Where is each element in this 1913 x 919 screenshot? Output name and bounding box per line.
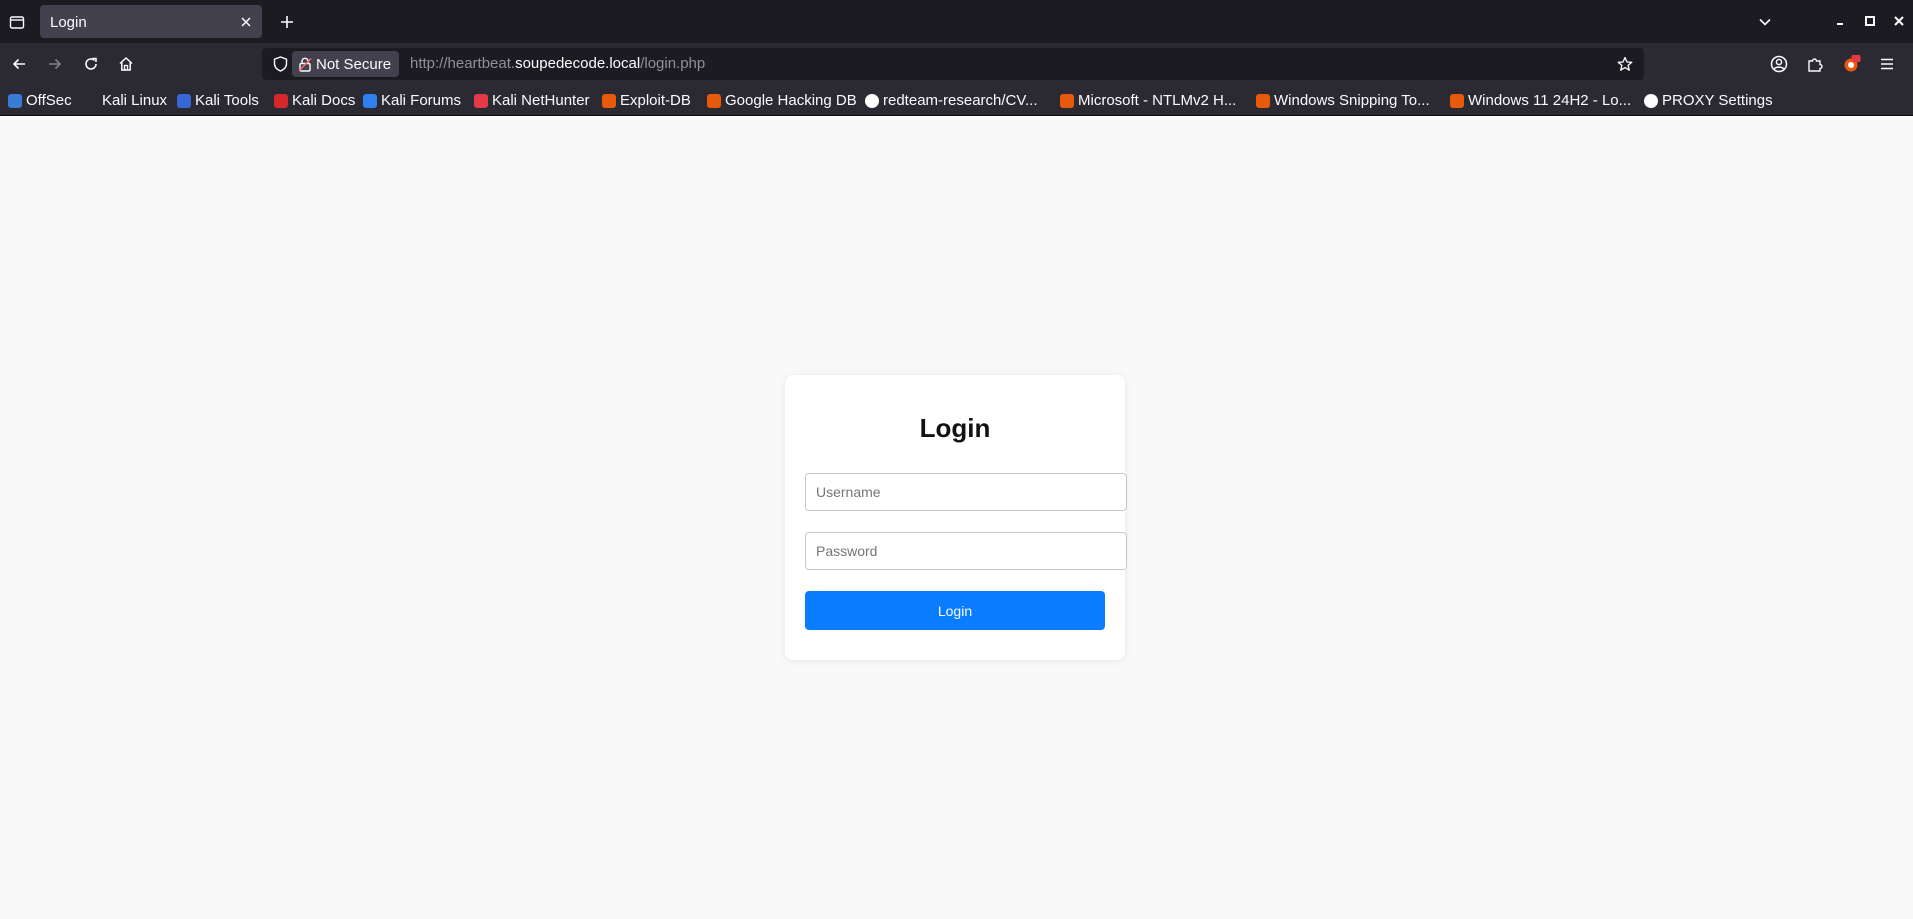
bookmark-kali-forums[interactable]: Kali Forums bbox=[363, 90, 461, 111]
url-bar[interactable]: Not Secure http://heartbeat.soupedecode.… bbox=[262, 48, 1644, 80]
kali-tools-icon bbox=[177, 93, 191, 108]
url-prefix: http://heartbeat. bbox=[410, 55, 516, 72]
extensions-icon[interactable] bbox=[1801, 50, 1829, 78]
back-arrow-icon[interactable] bbox=[5, 50, 33, 78]
bookmark-kali-docs[interactable]: Kali Docs bbox=[274, 90, 355, 111]
bookmark-label: Exploit-DB bbox=[620, 92, 691, 109]
close-window-icon[interactable] bbox=[1888, 10, 1910, 32]
menu-icon[interactable] bbox=[1873, 50, 1901, 78]
bookmark-label: OffSec bbox=[26, 92, 72, 109]
url-text[interactable]: http://heartbeat.soupedecode.local/login… bbox=[410, 55, 705, 72]
bookmark-exploit-db[interactable]: Exploit-DB bbox=[602, 90, 691, 111]
not-secure-badge[interactable]: Not Secure bbox=[292, 51, 400, 77]
bookmark-windows-snipping[interactable]: Windows Snipping To... bbox=[1256, 90, 1430, 111]
close-tab-icon[interactable] bbox=[236, 12, 256, 32]
bookmarks-toolbar: OffSec Kali Linux Kali Tools Kali Docs K… bbox=[0, 85, 1913, 116]
broken-lock-icon bbox=[298, 57, 312, 72]
tab-strip: Login bbox=[0, 0, 1913, 43]
bookmark-redteam-research[interactable]: redteam-research/CV... bbox=[865, 90, 1038, 111]
password-input[interactable] bbox=[805, 532, 1127, 570]
bookmark-label: Kali Docs bbox=[292, 92, 356, 109]
username-input[interactable] bbox=[805, 473, 1127, 511]
bookmark-microsoft-ntlmv2[interactable]: Microsoft - NTLMv2 H... bbox=[1060, 90, 1236, 111]
github-icon bbox=[865, 93, 879, 108]
bookmark-kali-nethunter[interactable]: Kali NetHunter bbox=[474, 90, 590, 111]
reload-icon[interactable] bbox=[77, 50, 105, 78]
shield-icon[interactable] bbox=[270, 54, 290, 74]
navigation-toolbar: Not Secure http://heartbeat.soupedecode.… bbox=[0, 43, 1913, 85]
bookmark-label: Kali Forums bbox=[381, 92, 462, 109]
login-button[interactable]: Login bbox=[805, 591, 1105, 630]
globe-icon bbox=[1644, 93, 1658, 108]
kali-forums-icon bbox=[363, 93, 377, 108]
offsec-icon bbox=[8, 93, 22, 108]
bookmark-proxy-settings[interactable]: PROXY Settings bbox=[1644, 90, 1773, 111]
bookmark-label: Kali NetHunter bbox=[492, 92, 590, 109]
bookmark-offsec[interactable]: OffSec bbox=[8, 90, 72, 111]
bookmark-label: Google Hacking DB bbox=[725, 92, 857, 109]
home-icon[interactable] bbox=[112, 50, 140, 78]
bookmark-site-icon bbox=[1060, 93, 1074, 108]
url-host: soupedecode.local bbox=[515, 55, 641, 72]
kali-dragon-icon bbox=[84, 93, 98, 108]
bookmark-label: PROXY Settings bbox=[1662, 92, 1773, 109]
tab-list-icon[interactable] bbox=[4, 9, 30, 35]
nethunter-icon bbox=[474, 93, 488, 108]
bookmark-label: Windows 11 24H2 - Lo... bbox=[1468, 92, 1632, 109]
security-label: Not Secure bbox=[316, 55, 392, 73]
page-content: Login Login bbox=[0, 116, 1913, 919]
bookmark-windows-11[interactable]: Windows 11 24H2 - Lo... bbox=[1450, 90, 1631, 111]
tab-title: Login bbox=[50, 14, 87, 31]
ghdb-icon bbox=[707, 93, 721, 108]
minimize-icon[interactable] bbox=[1829, 10, 1851, 32]
bookmark-label: redteam-research/CV... bbox=[883, 92, 1038, 109]
bookmark-google-hacking-db[interactable]: Google Hacking DB bbox=[707, 90, 857, 111]
forward-arrow-icon[interactable] bbox=[41, 50, 69, 78]
login-title: Login bbox=[919, 413, 991, 443]
bookmark-site-icon bbox=[1256, 93, 1270, 108]
exploit-db-icon bbox=[602, 93, 616, 108]
account-icon[interactable] bbox=[1765, 50, 1793, 78]
tab-login[interactable]: Login bbox=[40, 5, 262, 38]
bookmark-label: Kali Linux bbox=[102, 92, 168, 109]
bookmark-kali-linux[interactable]: Kali Linux bbox=[84, 90, 167, 111]
bookmark-label: Microsoft - NTLMv2 H... bbox=[1078, 92, 1237, 109]
bookmark-star-icon[interactable] bbox=[1614, 53, 1636, 75]
kali-docs-icon bbox=[274, 93, 288, 108]
bookmark-kali-tools[interactable]: Kali Tools bbox=[177, 90, 259, 111]
chevron-down-icon[interactable] bbox=[1752, 9, 1778, 35]
addon-icon[interactable] bbox=[1838, 50, 1866, 78]
bookmark-site-icon bbox=[1450, 93, 1464, 108]
new-tab-icon[interactable] bbox=[274, 9, 300, 35]
login-card: Login Login bbox=[785, 375, 1127, 660]
maximize-icon[interactable] bbox=[1859, 10, 1881, 32]
url-path: /login.php bbox=[640, 55, 706, 72]
bookmark-label: Kali Tools bbox=[195, 92, 259, 109]
bookmark-label: Windows Snipping To... bbox=[1274, 92, 1430, 109]
